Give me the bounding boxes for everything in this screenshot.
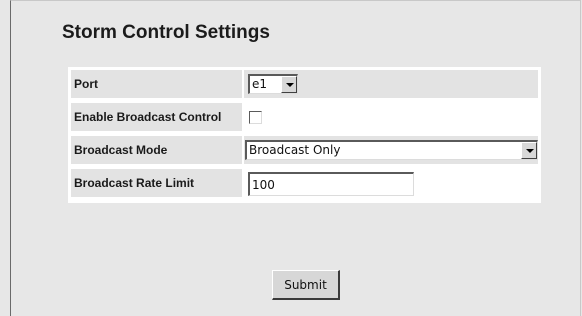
page-title: Storm Control Settings xyxy=(62,22,270,43)
enable-broadcast-row: Enable Broadcast Control xyxy=(71,103,538,131)
broadcast-mode-row: Broadcast Mode Broadcast Only xyxy=(71,136,538,164)
enable-broadcast-checkbox[interactable] xyxy=(249,111,262,124)
chevron-down-icon xyxy=(286,83,294,87)
broadcast-mode-selected-value: Broadcast Only xyxy=(249,143,341,157)
port-label: Port xyxy=(71,70,242,98)
broadcast-rate-row: Broadcast Rate Limit xyxy=(71,169,538,197)
broadcast-rate-label: Broadcast Rate Limit xyxy=(71,169,242,197)
submit-button[interactable]: Submit xyxy=(272,270,340,300)
broadcast-rate-value-cell xyxy=(244,169,538,197)
enable-broadcast-value-cell xyxy=(244,103,538,131)
chevron-down-icon xyxy=(526,149,534,153)
broadcast-mode-select[interactable]: Broadcast Only xyxy=(245,140,538,160)
port-select[interactable]: e1 xyxy=(248,74,298,94)
port-value-cell: e1 xyxy=(244,70,538,98)
broadcast-mode-dropdown-button[interactable] xyxy=(521,142,537,159)
port-dropdown-button[interactable] xyxy=(281,76,297,93)
broadcast-mode-label: Broadcast Mode xyxy=(71,136,242,164)
port-selected-value: e1 xyxy=(252,77,268,91)
enable-broadcast-label: Enable Broadcast Control xyxy=(71,103,242,131)
broadcast-rate-input[interactable] xyxy=(248,172,414,196)
port-row: Port e1 xyxy=(71,70,538,98)
broadcast-mode-value-cell: Broadcast Only xyxy=(244,136,538,164)
storm-control-form: Port e1 Enable Broadcast Control Broadca… xyxy=(68,67,541,203)
content-frame: Storm Control Settings Port e1 Enable Br… xyxy=(10,0,581,316)
